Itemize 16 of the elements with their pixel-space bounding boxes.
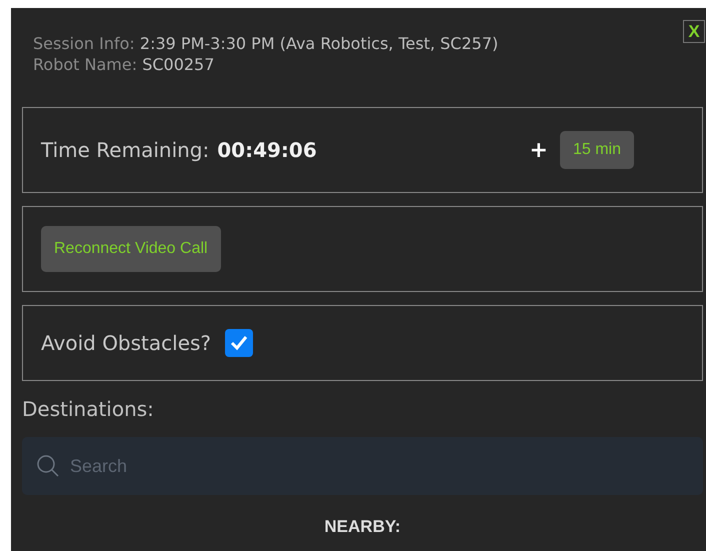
search-field[interactable]: Search <box>68 454 703 478</box>
search-box[interactable]: Search <box>22 437 703 495</box>
robot-name: Robot Name: SC00257 <box>33 54 216 75</box>
avoid-obstacles-label: Avoid Obstacles? <box>41 331 212 355</box>
reconnect-button[interactable]: Reconnect Video Call <box>41 226 221 272</box>
time-remaining-value: 00:49:06 <box>217 138 317 162</box>
destinations-label: Destinations: <box>22 397 155 423</box>
nearby-heading: NEARBY: <box>324 517 401 537</box>
search-icon <box>36 454 60 478</box>
check-icon <box>230 335 248 351</box>
plus-sign: + <box>530 138 548 162</box>
session-info: Session Info: 2:39 PM-3:30 PM (Ava Robotics, Test, SC257) <box>33 33 500 54</box>
close-button[interactable]: X <box>683 20 705 43</box>
time-remaining-label: Time Remaining: <box>41 138 210 162</box>
avoid-obstacles-checkbox[interactable] <box>225 329 254 357</box>
extend-button[interactable]: 15 min <box>560 131 634 169</box>
